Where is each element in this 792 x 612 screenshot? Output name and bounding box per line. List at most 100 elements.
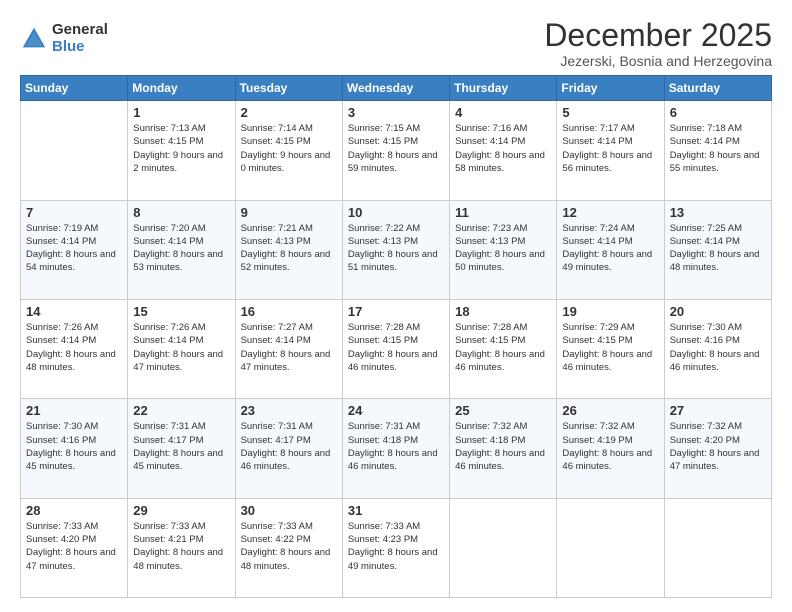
day-info: Sunrise: 7:20 AM Sunset: 4:14 PM Dayligh…	[133, 222, 229, 275]
daylight-text: Daylight: 8 hours and 49 minutes.	[562, 249, 652, 273]
day-info: Sunrise: 7:29 AM Sunset: 4:15 PM Dayligh…	[562, 321, 658, 374]
table-cell: 22 Sunrise: 7:31 AM Sunset: 4:17 PM Dayl…	[128, 399, 235, 498]
day-number: 10	[348, 205, 444, 220]
sunset-text: Sunset: 4:15 PM	[455, 335, 525, 346]
table-cell: 20 Sunrise: 7:30 AM Sunset: 4:16 PM Dayl…	[664, 299, 771, 398]
sunrise-text: Sunrise: 7:25 AM	[670, 223, 742, 234]
day-info: Sunrise: 7:22 AM Sunset: 4:13 PM Dayligh…	[348, 222, 444, 275]
logo-general-text: General	[52, 22, 108, 39]
table-cell: 21 Sunrise: 7:30 AM Sunset: 4:16 PM Dayl…	[21, 399, 128, 498]
table-cell: 19 Sunrise: 7:29 AM Sunset: 4:15 PM Dayl…	[557, 299, 664, 398]
day-info: Sunrise: 7:25 AM Sunset: 4:14 PM Dayligh…	[670, 222, 766, 275]
daylight-text: Daylight: 8 hours and 46 minutes.	[455, 349, 545, 373]
sunset-text: Sunset: 4:14 PM	[455, 136, 525, 147]
day-number: 16	[241, 304, 337, 319]
sunset-text: Sunset: 4:21 PM	[133, 534, 203, 545]
day-number: 11	[455, 205, 551, 220]
day-number: 24	[348, 403, 444, 418]
week-row-4: 21 Sunrise: 7:30 AM Sunset: 4:16 PM Dayl…	[21, 399, 772, 498]
sunset-text: Sunset: 4:14 PM	[562, 136, 632, 147]
daylight-text: Daylight: 8 hours and 49 minutes.	[348, 547, 438, 571]
page: General Blue December 2025 Jezerski, Bos…	[0, 0, 792, 612]
sunrise-text: Sunrise: 7:26 AM	[133, 322, 205, 333]
title-block: December 2025 Jezerski, Bosnia and Herze…	[544, 18, 772, 69]
table-cell: 27 Sunrise: 7:32 AM Sunset: 4:20 PM Dayl…	[664, 399, 771, 498]
sunrise-text: Sunrise: 7:22 AM	[348, 223, 420, 234]
daylight-text: Daylight: 8 hours and 53 minutes.	[133, 249, 223, 273]
header-saturday: Saturday	[664, 76, 771, 101]
week-row-2: 7 Sunrise: 7:19 AM Sunset: 4:14 PM Dayli…	[21, 200, 772, 299]
daylight-text: Daylight: 8 hours and 54 minutes.	[26, 249, 116, 273]
daylight-text: Daylight: 8 hours and 48 minutes.	[133, 547, 223, 571]
daylight-text: Daylight: 8 hours and 45 minutes.	[133, 448, 223, 472]
table-cell	[450, 498, 557, 597]
sunset-text: Sunset: 4:13 PM	[348, 236, 418, 247]
sunset-text: Sunset: 4:13 PM	[455, 236, 525, 247]
daylight-text: Daylight: 8 hours and 47 minutes.	[241, 349, 331, 373]
day-number: 27	[670, 403, 766, 418]
daylight-text: Daylight: 8 hours and 47 minutes.	[670, 448, 760, 472]
daylight-text: Daylight: 8 hours and 46 minutes.	[562, 448, 652, 472]
day-number: 30	[241, 503, 337, 518]
week-row-1: 1 Sunrise: 7:13 AM Sunset: 4:15 PM Dayli…	[21, 101, 772, 200]
day-number: 9	[241, 205, 337, 220]
table-cell: 25 Sunrise: 7:32 AM Sunset: 4:18 PM Dayl…	[450, 399, 557, 498]
sunrise-text: Sunrise: 7:31 AM	[241, 421, 313, 432]
day-info: Sunrise: 7:16 AM Sunset: 4:14 PM Dayligh…	[455, 122, 551, 175]
sunset-text: Sunset: 4:23 PM	[348, 534, 418, 545]
day-info: Sunrise: 7:28 AM Sunset: 4:15 PM Dayligh…	[348, 321, 444, 374]
sunset-text: Sunset: 4:15 PM	[241, 136, 311, 147]
day-info: Sunrise: 7:13 AM Sunset: 4:15 PM Dayligh…	[133, 122, 229, 175]
sunset-text: Sunset: 4:16 PM	[26, 435, 96, 446]
sunset-text: Sunset: 4:15 PM	[133, 136, 203, 147]
sunset-text: Sunset: 4:14 PM	[670, 136, 740, 147]
sunrise-text: Sunrise: 7:31 AM	[133, 421, 205, 432]
day-info: Sunrise: 7:30 AM Sunset: 4:16 PM Dayligh…	[670, 321, 766, 374]
day-info: Sunrise: 7:21 AM Sunset: 4:13 PM Dayligh…	[241, 222, 337, 275]
sunrise-text: Sunrise: 7:29 AM	[562, 322, 634, 333]
day-number: 22	[133, 403, 229, 418]
sunset-text: Sunset: 4:14 PM	[241, 335, 311, 346]
sunset-text: Sunset: 4:19 PM	[562, 435, 632, 446]
sunrise-text: Sunrise: 7:33 AM	[133, 521, 205, 532]
sunrise-text: Sunrise: 7:15 AM	[348, 123, 420, 134]
table-cell: 10 Sunrise: 7:22 AM Sunset: 4:13 PM Dayl…	[342, 200, 449, 299]
day-number: 25	[455, 403, 551, 418]
table-cell: 16 Sunrise: 7:27 AM Sunset: 4:14 PM Dayl…	[235, 299, 342, 398]
header-wednesday: Wednesday	[342, 76, 449, 101]
day-info: Sunrise: 7:24 AM Sunset: 4:14 PM Dayligh…	[562, 222, 658, 275]
sunrise-text: Sunrise: 7:14 AM	[241, 123, 313, 134]
week-row-3: 14 Sunrise: 7:26 AM Sunset: 4:14 PM Dayl…	[21, 299, 772, 398]
sunrise-text: Sunrise: 7:13 AM	[133, 123, 205, 134]
sunset-text: Sunset: 4:20 PM	[670, 435, 740, 446]
sunrise-text: Sunrise: 7:33 AM	[348, 521, 420, 532]
table-cell: 13 Sunrise: 7:25 AM Sunset: 4:14 PM Dayl…	[664, 200, 771, 299]
daylight-text: Daylight: 8 hours and 47 minutes.	[133, 349, 223, 373]
sunset-text: Sunset: 4:14 PM	[562, 236, 632, 247]
table-cell: 8 Sunrise: 7:20 AM Sunset: 4:14 PM Dayli…	[128, 200, 235, 299]
sunrise-text: Sunrise: 7:19 AM	[26, 223, 98, 234]
day-number: 8	[133, 205, 229, 220]
day-info: Sunrise: 7:32 AM Sunset: 4:20 PM Dayligh…	[670, 420, 766, 473]
sunrise-text: Sunrise: 7:18 AM	[670, 123, 742, 134]
table-cell: 4 Sunrise: 7:16 AM Sunset: 4:14 PM Dayli…	[450, 101, 557, 200]
sunset-text: Sunset: 4:16 PM	[670, 335, 740, 346]
day-info: Sunrise: 7:26 AM Sunset: 4:14 PM Dayligh…	[133, 321, 229, 374]
sunset-text: Sunset: 4:18 PM	[348, 435, 418, 446]
sunset-text: Sunset: 4:14 PM	[26, 236, 96, 247]
table-cell: 23 Sunrise: 7:31 AM Sunset: 4:17 PM Dayl…	[235, 399, 342, 498]
daylight-text: Daylight: 9 hours and 2 minutes.	[133, 150, 223, 174]
sunrise-text: Sunrise: 7:32 AM	[670, 421, 742, 432]
day-number: 26	[562, 403, 658, 418]
logo-blue-text: Blue	[52, 39, 108, 56]
sunrise-text: Sunrise: 7:23 AM	[455, 223, 527, 234]
month-title: December 2025	[544, 18, 772, 53]
sunrise-text: Sunrise: 7:28 AM	[348, 322, 420, 333]
sunrise-text: Sunrise: 7:32 AM	[455, 421, 527, 432]
day-number: 17	[348, 304, 444, 319]
logo-icon	[20, 25, 48, 53]
sunset-text: Sunset: 4:17 PM	[133, 435, 203, 446]
sunrise-text: Sunrise: 7:31 AM	[348, 421, 420, 432]
calendar-table: Sunday Monday Tuesday Wednesday Thursday…	[20, 75, 772, 598]
sunrise-text: Sunrise: 7:32 AM	[562, 421, 634, 432]
